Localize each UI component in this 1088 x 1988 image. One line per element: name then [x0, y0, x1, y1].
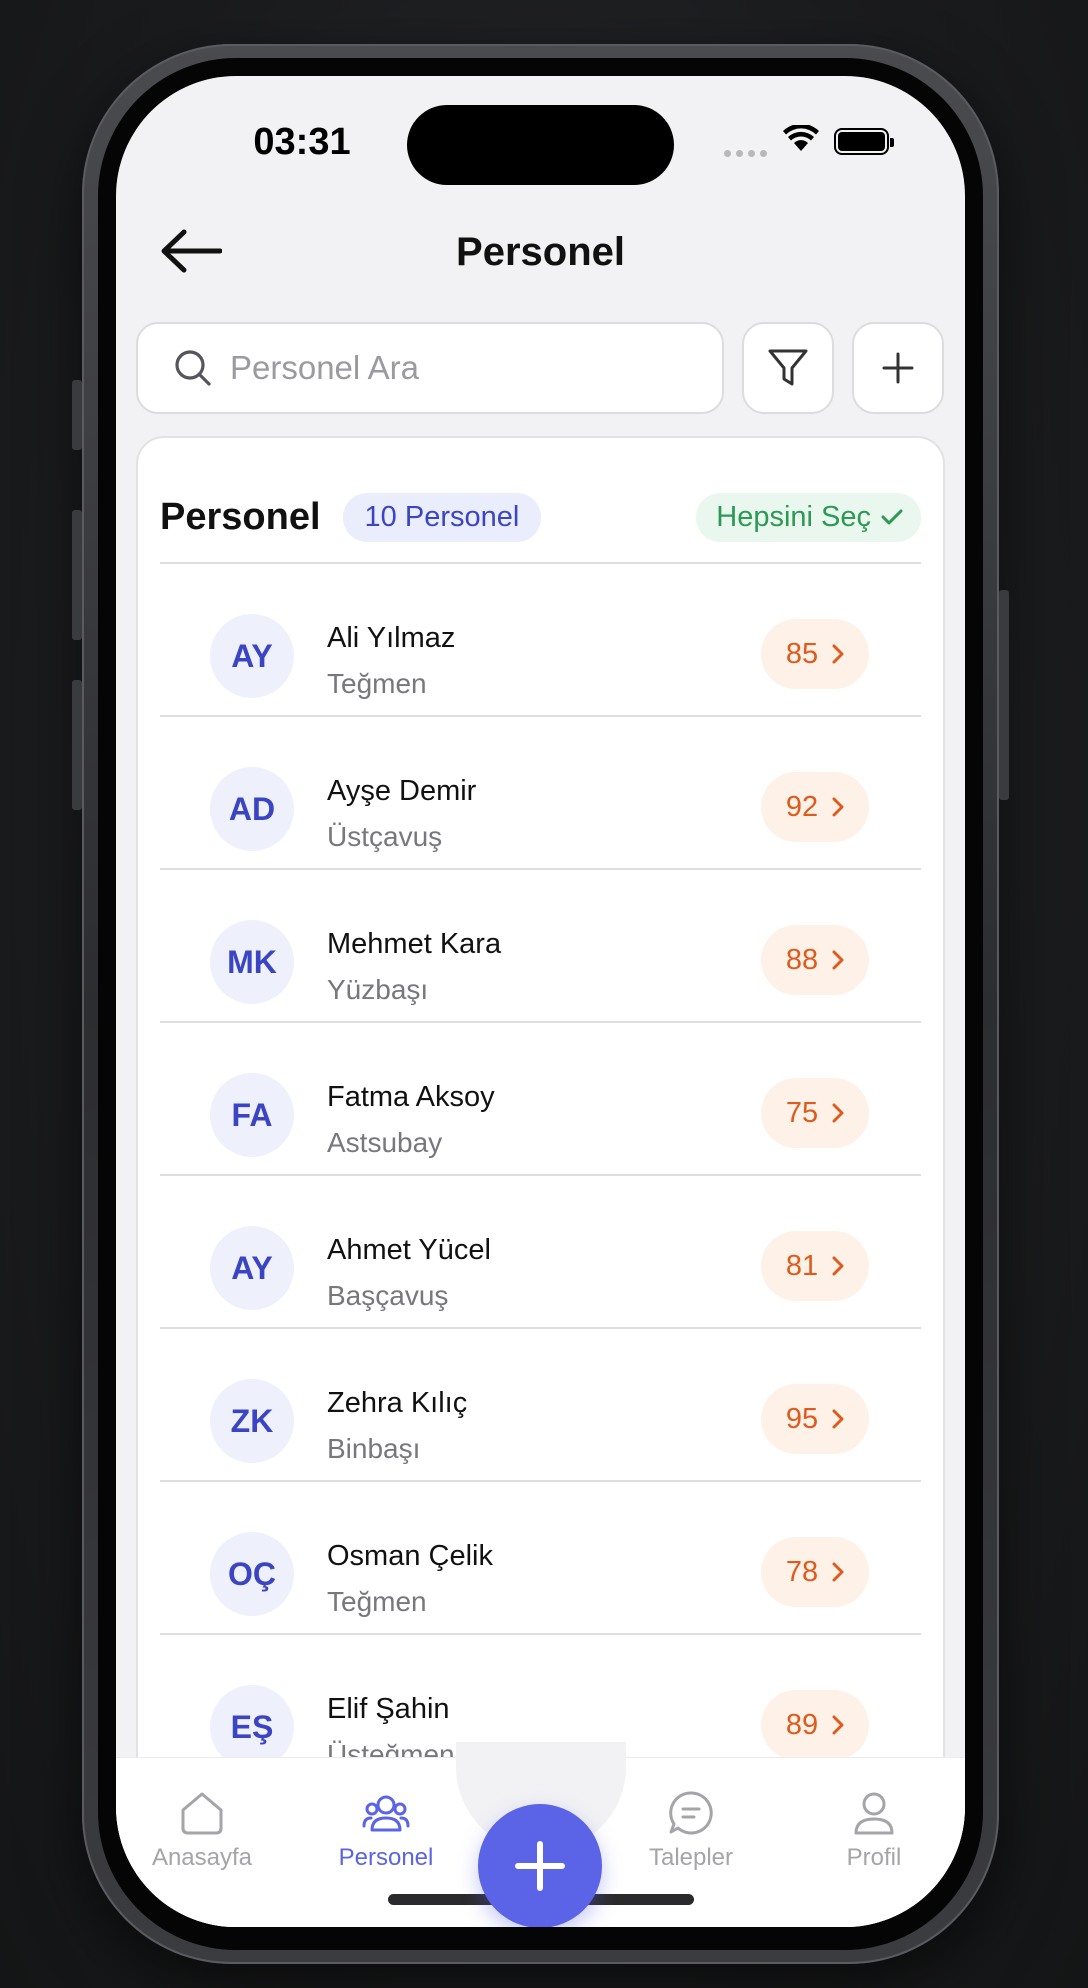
- avatar: AY: [210, 614, 294, 698]
- battery-icon: [834, 128, 894, 155]
- personnel-rank: Başçavuş: [327, 1280, 449, 1311]
- select-all-label: Hepsini Seç: [716, 500, 871, 533]
- personnel-name: Elif Şahin: [327, 1693, 450, 1725]
- personnel-name: Osman Çelik: [327, 1540, 493, 1572]
- plus-icon: [515, 1841, 565, 1891]
- score-badge[interactable]: 85: [761, 619, 869, 689]
- status-time: 03:31: [253, 121, 351, 163]
- score-badge[interactable]: 78: [761, 1537, 869, 1607]
- personnel-list: AY Ali Yılmaz Teğmen 85 AD Ayşe Demir Üs…: [160, 564, 921, 1788]
- filter-button[interactable]: [742, 322, 834, 414]
- tab-anasayfa[interactable]: Anasayfa: [122, 1788, 282, 1872]
- search-input[interactable]: [230, 349, 670, 387]
- app-screen: 03:31 Personel Personel Ara Personel 10 …: [116, 76, 965, 1927]
- chevron-right-icon: [832, 1409, 844, 1429]
- avatar: FA: [210, 1073, 294, 1157]
- phone-side-button: [72, 380, 82, 450]
- list-title: Personel: [160, 495, 321, 538]
- tab-label: Anasayfa: [151, 1844, 253, 1871]
- chevron-right-icon: [832, 1103, 844, 1123]
- check-icon: [881, 509, 903, 525]
- score-badge[interactable]: 75: [761, 1078, 869, 1148]
- score-value: 78: [785, 1555, 819, 1588]
- score-value: 95: [785, 1402, 819, 1435]
- personnel-rank: Binbaşı: [327, 1433, 421, 1464]
- plus-icon: [882, 352, 914, 384]
- personnel-row[interactable]: AY Ahmet Yücel Başçavuş 81: [160, 1176, 921, 1329]
- score-value: 81: [785, 1249, 819, 1282]
- chevron-right-icon: [832, 1715, 844, 1735]
- personnel-rank: Teğmen: [327, 1586, 427, 1617]
- avatar: OÇ: [210, 1532, 294, 1616]
- list-header: Personel 10 Personel Hepsini Seç: [160, 492, 921, 542]
- avatar: AD: [210, 767, 294, 851]
- personnel-name: Fatma Aksoy: [327, 1081, 495, 1113]
- personnel-row[interactable]: AY Ali Yılmaz Teğmen 85: [160, 564, 921, 717]
- tab-label: Personel: [338, 1844, 434, 1871]
- tab-talepler[interactable]: Talepler: [611, 1788, 771, 1872]
- personnel-row[interactable]: MK Mehmet Kara Yüzbaşı 88: [160, 870, 921, 1023]
- select-all-button[interactable]: Hepsini Seç: [696, 492, 921, 542]
- avatar: AY: [210, 1226, 294, 1310]
- score-value: 88: [785, 943, 819, 976]
- personnel-row[interactable]: FA Fatma Aksoy Astsubay 75: [160, 1023, 921, 1176]
- chat-icon: [669, 1791, 713, 1835]
- personnel-name: Ahmet Yücel: [327, 1234, 491, 1266]
- personnel-row[interactable]: AD Ayşe Demir Üstçavuş 92: [160, 717, 921, 870]
- chevron-right-icon: [832, 1256, 844, 1276]
- score-badge[interactable]: 81: [761, 1231, 869, 1301]
- chevron-right-icon: [832, 644, 844, 664]
- cellular-signal-icon: [724, 150, 767, 157]
- score-value: 89: [785, 1708, 819, 1741]
- dynamic-island: [407, 105, 674, 185]
- personnel-row[interactable]: ZK Zehra Kılıç Binbaşı 95: [160, 1329, 921, 1482]
- personnel-name: Zehra Kılıç: [327, 1387, 468, 1419]
- personnel-rank: Teğmen: [327, 668, 427, 699]
- score-value: 85: [785, 637, 819, 670]
- add-personnel-button[interactable]: [852, 322, 944, 414]
- phone-side-button: [999, 590, 1009, 800]
- chevron-right-icon: [832, 797, 844, 817]
- avatar: MK: [210, 920, 294, 1004]
- score-badge[interactable]: 95: [761, 1384, 869, 1454]
- chevron-right-icon: [832, 1562, 844, 1582]
- personnel-row[interactable]: OÇ Osman Çelik Teğmen 78: [160, 1482, 921, 1635]
- search-box[interactable]: [136, 322, 724, 414]
- search-icon: [175, 350, 211, 386]
- chevron-right-icon: [832, 950, 844, 970]
- page-title: Personel: [456, 230, 625, 274]
- avatar: ZK: [210, 1379, 294, 1463]
- score-value: 92: [785, 790, 819, 823]
- count-badge: 10 Personel: [342, 492, 542, 542]
- personnel-rank: Üstçavuş: [327, 821, 443, 852]
- score-badge[interactable]: 92: [761, 772, 869, 842]
- user-icon: [854, 1792, 894, 1835]
- personnel-name: Ayşe Demir: [327, 775, 477, 807]
- score-badge[interactable]: 88: [761, 925, 869, 995]
- phone-side-button: [72, 510, 82, 640]
- users-icon: [362, 1795, 410, 1832]
- wifi-icon: [783, 123, 819, 158]
- tab-label: Profil: [846, 1844, 902, 1871]
- tab-personel[interactable]: Personel: [306, 1788, 466, 1872]
- personnel-name: Ali Yılmaz: [327, 622, 456, 654]
- score-badge[interactable]: 89: [761, 1690, 869, 1760]
- personnel-name: Mehmet Kara: [327, 928, 502, 960]
- tab-label: Talepler: [648, 1844, 734, 1871]
- filter-icon: [768, 349, 808, 386]
- personnel-rank: Astsubay: [327, 1127, 443, 1158]
- home-icon: [181, 1792, 223, 1835]
- personnel-list-card: Personel 10 Personel Hepsini Seç AY Ali …: [136, 436, 945, 1927]
- phone-side-button: [72, 680, 82, 810]
- personnel-rank: Yüzbaşı: [327, 974, 429, 1005]
- tab-profil[interactable]: Profil: [794, 1788, 954, 1872]
- score-value: 75: [785, 1096, 819, 1129]
- fab-add-button[interactable]: [478, 1804, 602, 1927]
